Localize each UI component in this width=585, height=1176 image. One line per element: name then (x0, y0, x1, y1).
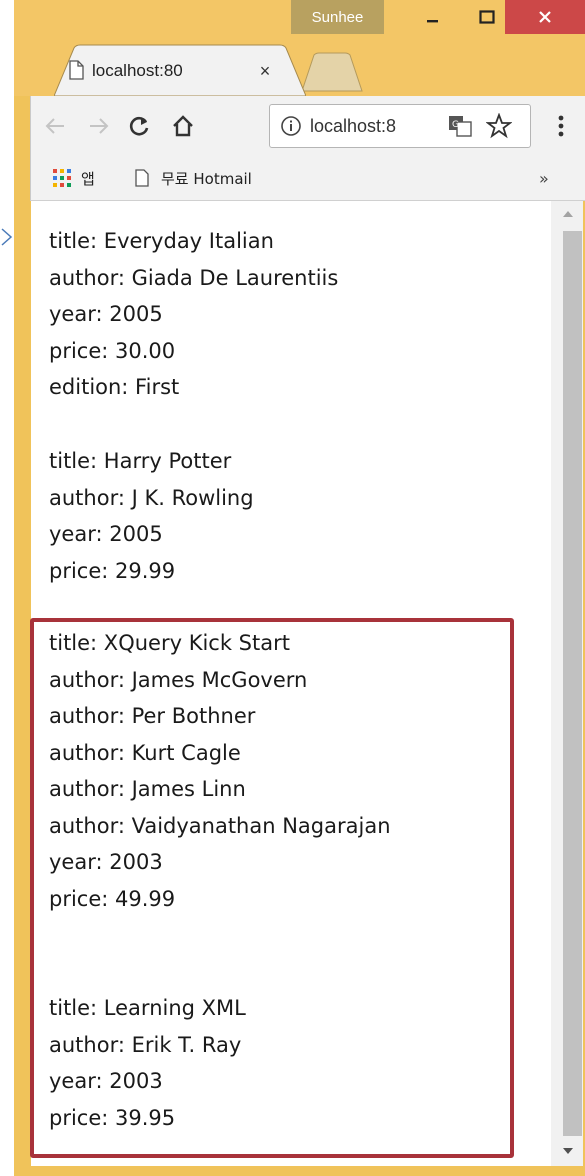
apps-grid-icon (53, 169, 71, 187)
bookmark-apps[interactable]: 앱 (53, 166, 95, 190)
vertical-dots-icon[interactable] (551, 110, 571, 142)
minimize-icon (427, 20, 438, 23)
bookmarks-bar: 앱 무료 Hotmail » (30, 156, 585, 201)
star-icon[interactable] (486, 113, 512, 139)
address-bar[interactable]: localhost:8 G (269, 104, 531, 148)
book-line: price: 29.99 (49, 558, 176, 583)
scroll-up-arrow-icon[interactable] (551, 201, 583, 231)
url-text: localhost:8 (310, 115, 397, 136)
scroll-thumb[interactable] (563, 231, 582, 1136)
forward-button[interactable] (83, 110, 115, 142)
bookmarks-overflow-button[interactable]: » (539, 166, 559, 190)
maximize-icon (479, 10, 495, 24)
book-record: title: Harry Potter author: J K. Rowling… (49, 443, 254, 589)
page-icon (69, 60, 84, 80)
reload-button[interactable] (123, 110, 155, 142)
page-icon (135, 169, 149, 187)
book-line: author: J K. Rowling (49, 485, 254, 510)
bookmark-apps-label: 앱 (81, 169, 95, 188)
book-line: year: 2005 (49, 302, 163, 326)
home-button[interactable] (167, 110, 199, 142)
book-line: edition: First (49, 375, 180, 399)
window-bottom-border (14, 1166, 585, 1176)
tab-close-button[interactable]: × (254, 58, 276, 84)
close-icon (539, 11, 551, 23)
highlight-box (30, 618, 514, 1158)
close-window-button[interactable] (505, 0, 585, 34)
minimize-button[interactable] (406, 0, 460, 34)
profile-badge[interactable]: Sunhee (291, 0, 384, 34)
book-line: title: Harry Potter (49, 449, 232, 473)
translate-icon[interactable]: G (448, 115, 472, 137)
arrow-right-icon (90, 118, 109, 134)
new-tab-button[interactable] (298, 52, 364, 92)
book-line: year: 2005 (49, 522, 163, 546)
book-record: title: Everyday Italian author: Giada De… (49, 223, 338, 406)
book-line: title: Everyday Italian (49, 229, 274, 253)
tab-title: localhost:80 (92, 61, 183, 80)
info-icon (281, 116, 301, 136)
back-button[interactable] (39, 110, 71, 142)
left-edge (0, 0, 14, 1176)
scroll-down-arrow-icon[interactable] (551, 1136, 583, 1166)
toolbar: localhost:8 G (30, 96, 585, 156)
svg-text:G: G (452, 120, 459, 130)
vertical-scrollbar[interactable] (551, 201, 583, 1166)
bookmark-hotmail-label: 무료 Hotmail (161, 169, 252, 188)
reload-icon (129, 116, 149, 136)
chevron-right-icon (1, 228, 13, 246)
browser-window: Sunhee localhost:80 × localhost:8 G 앱 무료… (14, 0, 585, 1176)
book-line: author: Giada De Laurentiis (49, 265, 339, 290)
bookmark-hotmail[interactable]: 무료 Hotmail (135, 166, 252, 190)
home-icon (173, 115, 193, 137)
arrow-left-icon (45, 118, 64, 134)
book-line: price: 30.00 (49, 338, 176, 363)
